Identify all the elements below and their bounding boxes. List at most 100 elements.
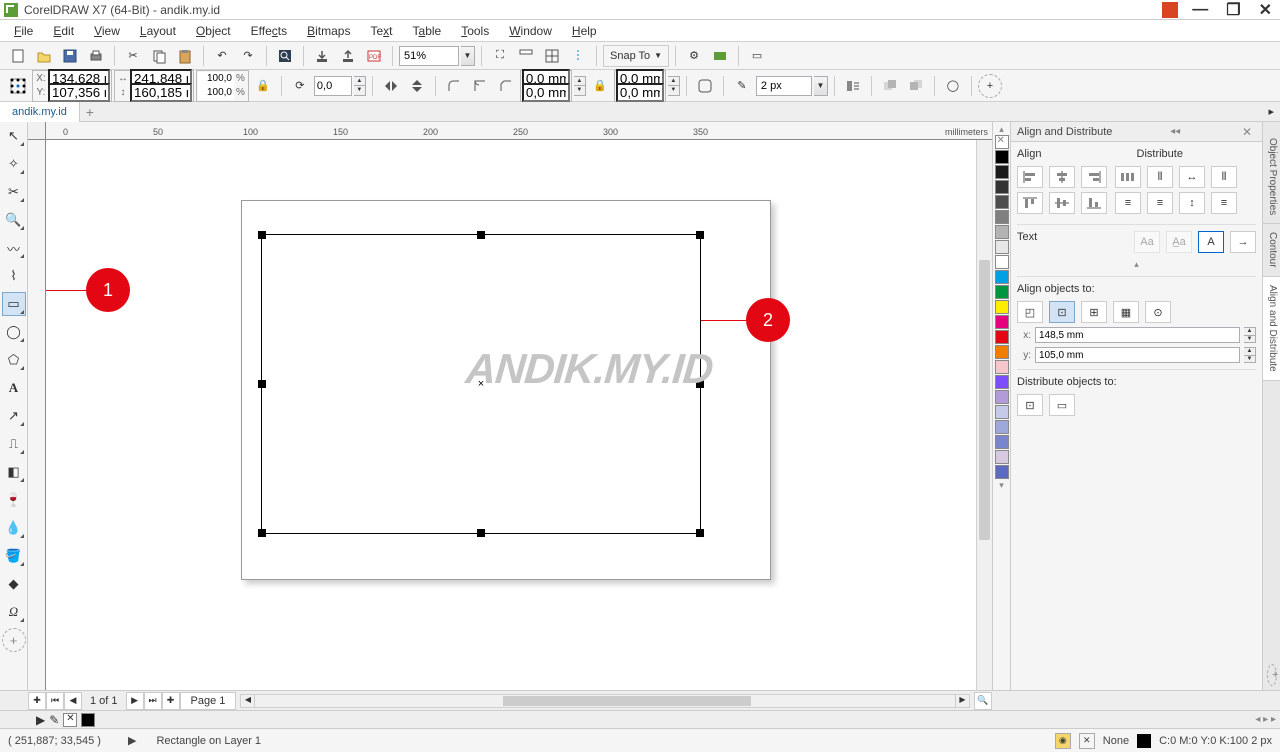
save-button[interactable] — [58, 44, 82, 68]
align-to-point-button[interactable]: ⊙ — [1145, 301, 1171, 323]
interactive-fill-tool[interactable]: 🪣 — [2, 544, 26, 568]
export-button[interactable] — [336, 44, 360, 68]
artistic-media-tool[interactable]: ⌇ — [2, 264, 26, 288]
align-left-button[interactable] — [1017, 166, 1043, 188]
color-swatch[interactable] — [995, 255, 1009, 269]
page-tab[interactable]: Page 1 — [180, 692, 237, 710]
outline-width-dropdown[interactable]: ▼ — [814, 76, 828, 96]
color-swatch[interactable] — [995, 390, 1009, 404]
align-center-v-button[interactable] — [1049, 192, 1075, 214]
corner-round-button[interactable] — [442, 74, 466, 98]
quick-customize-toolbox[interactable]: + — [2, 628, 26, 652]
snap-to-dropdown[interactable]: Snap To▼ — [603, 45, 669, 67]
vertical-scrollbar[interactable] — [976, 140, 992, 690]
dock-add-button[interactable]: + — [1267, 664, 1277, 686]
smart-fill-tool[interactable]: ◆ — [2, 572, 26, 596]
relative-corner-button[interactable] — [693, 74, 717, 98]
menu-layout[interactable]: Layout — [132, 22, 184, 40]
color-swatch[interactable] — [995, 300, 1009, 314]
zoom-navigator-button[interactable]: 🔍 — [974, 692, 992, 710]
mirror-v-button[interactable] — [405, 74, 429, 98]
color-proof-icon[interactable]: ◉ — [1055, 733, 1071, 749]
align-center-h-button[interactable] — [1049, 166, 1075, 188]
color-swatch[interactable] — [995, 195, 1009, 209]
dist-spacing-h-button[interactable]: ↔ — [1179, 166, 1205, 188]
first-page-button[interactable]: ⏮ — [46, 692, 64, 710]
dist-center-v-button[interactable]: ≡ — [1147, 192, 1173, 214]
color-swatch[interactable] — [995, 240, 1009, 254]
color-swatch[interactable] — [995, 345, 1009, 359]
menu-window[interactable]: Window — [501, 22, 560, 40]
add-page-button[interactable]: ✚ — [28, 692, 46, 710]
rot-up[interactable]: ▲ — [354, 77, 365, 87]
import-button[interactable] — [310, 44, 334, 68]
eyedropper-tool[interactable]: 💧 — [2, 516, 26, 540]
prev-page-button[interactable]: ◀ — [64, 692, 82, 710]
text-outline-button[interactable]: → — [1230, 231, 1256, 253]
dist-left-button[interactable] — [1115, 166, 1141, 188]
mirror-h-button[interactable] — [379, 74, 403, 98]
text-bounding-button[interactable]: A — [1198, 231, 1224, 253]
color-swatch[interactable] — [995, 465, 1009, 479]
menu-table[interactable]: Table — [405, 22, 450, 40]
dist-to-selected-button[interactable]: ⊡ — [1017, 394, 1043, 416]
redo-button[interactable]: ↷ — [236, 44, 260, 68]
menu-bitmaps[interactable]: Bitmaps — [299, 22, 358, 40]
color-swatch[interactable] — [995, 180, 1009, 194]
copy-button[interactable] — [147, 44, 171, 68]
new-button[interactable] — [6, 44, 30, 68]
parallel-dim-tool[interactable]: ↗ — [2, 404, 26, 428]
color-swatch[interactable] — [995, 450, 1009, 464]
guidelines-button[interactable] — [566, 44, 590, 68]
outline-tool[interactable]: Ω — [2, 600, 26, 624]
freehand-tool[interactable]: 〰 — [2, 236, 26, 260]
horizontal-scrollbar[interactable]: ◀ ▶ — [240, 694, 970, 708]
tab-overflow-button[interactable]: ▸ — [1262, 105, 1280, 118]
menu-tools[interactable]: Tools — [453, 22, 497, 40]
search-button[interactable] — [273, 44, 297, 68]
object-origin-button[interactable] — [6, 74, 30, 98]
close-button[interactable]: ✕ — [1255, 0, 1276, 20]
menu-text[interactable]: Text — [362, 22, 400, 40]
rot-down[interactable]: ▼ — [354, 86, 365, 95]
polygon-tool[interactable]: ⬠ — [2, 348, 26, 372]
panel-collapse-button[interactable]: ◂◂ — [1170, 126, 1180, 137]
menu-edit[interactable]: Edit — [45, 22, 82, 40]
zoom-input[interactable] — [399, 46, 459, 66]
corner-br-input[interactable] — [616, 83, 664, 102]
corner-chamfer-button[interactable] — [494, 74, 518, 98]
zoom-tool[interactable]: 🔍 — [2, 208, 26, 232]
menu-object[interactable]: Object — [188, 22, 239, 40]
app-launcher-button[interactable] — [708, 44, 732, 68]
drawing-canvas[interactable]: × 1 2 ANDIK.MY.ID — [46, 140, 992, 690]
align-to-grid-button[interactable]: ▦ — [1113, 301, 1139, 323]
dock-tab-contour[interactable]: Contour — [1263, 224, 1280, 277]
color-swatch[interactable] — [995, 330, 1009, 344]
publish-pdf-button[interactable]: PDF — [362, 44, 386, 68]
color-swatch[interactable] — [995, 270, 1009, 284]
play-icon[interactable]: ▶ — [128, 734, 136, 747]
color-swatch[interactable] — [995, 435, 1009, 449]
panel-expand-up[interactable]: ▴ — [1017, 259, 1256, 270]
scale-y-input[interactable] — [198, 86, 234, 100]
corner-lock-button[interactable]: 🔒 — [588, 74, 612, 98]
document-tab[interactable]: andik.my.id — [0, 102, 80, 122]
quick-customize-button[interactable]: + — [978, 74, 1002, 98]
scale-x-input[interactable] — [198, 72, 234, 86]
align-to-active-button[interactable]: ◰ — [1017, 301, 1043, 323]
color-swatch[interactable] — [995, 165, 1009, 179]
print-button[interactable] — [84, 44, 108, 68]
grid-button[interactable] — [540, 44, 564, 68]
user-badge-icon[interactable] — [1162, 2, 1178, 18]
panel-close-button[interactable]: ✕ — [1238, 125, 1256, 139]
no-color-swatch[interactable] — [995, 135, 1009, 149]
crop-tool[interactable]: ✂ — [2, 180, 26, 204]
ruler-origin[interactable] — [28, 122, 46, 140]
horizontal-ruler[interactable]: millimeters 050100150200250300350 — [46, 122, 992, 140]
y-input[interactable] — [48, 83, 110, 102]
menu-file[interactable]: File — [6, 22, 41, 40]
color-swatch[interactable] — [995, 285, 1009, 299]
color-swatch[interactable] — [995, 360, 1009, 374]
palette-up-button[interactable]: ▴ — [993, 124, 1010, 135]
vertical-ruler[interactable] — [28, 140, 46, 690]
